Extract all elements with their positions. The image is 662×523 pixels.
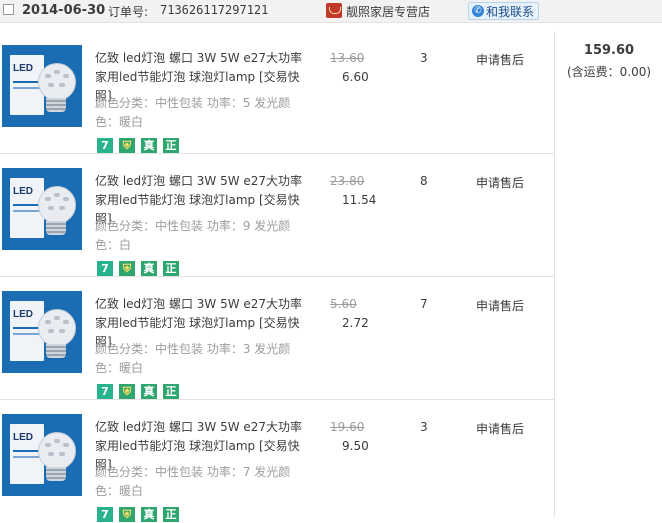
guarantee-shield-icon[interactable]: ⛨ bbox=[119, 261, 135, 276]
original-price: 5.60 bbox=[330, 297, 357, 311]
authentic-icon[interactable]: 真 bbox=[141, 507, 157, 522]
product-thumbnail[interactable]: LED bbox=[2, 291, 82, 373]
order-checkbox[interactable] bbox=[3, 4, 14, 15]
genuine-icon[interactable]: 正 bbox=[163, 384, 179, 399]
product-thumbnail[interactable]: LED bbox=[2, 168, 82, 250]
quantity: 3 bbox=[420, 420, 428, 434]
product-thumbnail[interactable]: LED bbox=[2, 414, 82, 496]
genuine-icon[interactable]: 正 bbox=[163, 507, 179, 522]
seven-day-return-icon[interactable]: 7 bbox=[97, 261, 113, 276]
guarantee-shield-icon[interactable]: ⛨ bbox=[119, 138, 135, 153]
product-box-brand: LED bbox=[13, 432, 33, 443]
unit-price: 9.50 bbox=[342, 439, 369, 453]
unit-price: 6.60 bbox=[342, 70, 369, 84]
bulb-base-image bbox=[46, 467, 66, 481]
order-total-amount: 159.60 bbox=[583, 43, 635, 58]
unit-price: 2.72 bbox=[342, 316, 369, 330]
after-sale-link[interactable]: 申请售后 bbox=[476, 51, 524, 68]
order-date: 2014-06-30 bbox=[22, 3, 106, 18]
after-sale-link[interactable]: 申请售后 bbox=[476, 297, 524, 314]
genuine-icon[interactable]: 正 bbox=[163, 261, 179, 276]
authentic-icon[interactable]: 真 bbox=[141, 138, 157, 153]
order-header: 2014-06-30 订单号: 713626117297121 靓照家居专营店 … bbox=[0, 0, 662, 23]
contact-seller-button[interactable]: ✆ 和我联系 bbox=[468, 2, 540, 20]
seven-day-return-icon[interactable]: 7 bbox=[97, 507, 113, 522]
bulb-base-image bbox=[46, 344, 66, 358]
original-price: 13.60 bbox=[330, 51, 365, 65]
bulb-image bbox=[38, 309, 76, 347]
order-item-row: LED 亿致 led灯泡 螺口 3W 5W e27大功率家用led节能灯泡 球泡… bbox=[0, 31, 554, 154]
after-sale-link[interactable]: 申请售后 bbox=[476, 420, 524, 437]
product-thumbnail[interactable]: LED bbox=[2, 45, 82, 127]
order-item-row: LED 亿致 led灯泡 螺口 3W 5W e27大功率家用led节能灯泡 球泡… bbox=[0, 154, 554, 277]
guarantee-shield-icon[interactable]: ⛨ bbox=[119, 507, 135, 522]
order-total-column: 159.60 (含运费：0.00) bbox=[554, 31, 662, 517]
seven-day-return-icon[interactable]: 7 bbox=[97, 138, 113, 153]
original-price: 23.80 bbox=[330, 174, 365, 188]
guarantee-shield-icon[interactable]: ⛨ bbox=[119, 384, 135, 399]
quantity: 7 bbox=[420, 297, 428, 311]
authentic-icon[interactable]: 真 bbox=[141, 261, 157, 276]
order-item-row: LED 亿致 led灯泡 螺口 3W 5W e27大功率家用led节能灯泡 球泡… bbox=[0, 400, 554, 523]
quantity: 3 bbox=[420, 51, 428, 65]
product-properties: 颜色分类：中性包装 功率：3 发光颜色：暖白 bbox=[95, 342, 291, 375]
service-badges: 7 ⛨ 真 正 bbox=[97, 138, 179, 153]
product-properties: 颜色分类：中性包装 功率：9 发光颜色：白 bbox=[95, 219, 291, 252]
product-box-brand: LED bbox=[13, 63, 33, 74]
tmall-shop-icon bbox=[326, 3, 342, 18]
genuine-icon[interactable]: 正 bbox=[163, 138, 179, 153]
bulb-image bbox=[38, 186, 76, 224]
service-badges: 7 ⛨ 真 正 bbox=[97, 507, 179, 522]
shop-name-link[interactable]: 靓照家居专营店 bbox=[346, 3, 430, 20]
quantity: 8 bbox=[420, 174, 428, 188]
service-badges: 7 ⛨ 真 正 bbox=[97, 384, 179, 399]
product-properties: 颜色分类：中性包装 功率：5 发光颜色：暖白 bbox=[95, 96, 291, 129]
contact-seller-label: 和我联系 bbox=[486, 4, 535, 19]
chat-icon: ✆ bbox=[472, 5, 484, 17]
unit-price: 11.54 bbox=[342, 193, 377, 207]
product-properties: 颜色分类：中性包装 功率：7 发光颜色：暖白 bbox=[95, 465, 291, 498]
bulb-image bbox=[38, 63, 76, 101]
bulb-base-image bbox=[46, 98, 66, 112]
product-box-brand: LED bbox=[13, 186, 33, 197]
authentic-icon[interactable]: 真 bbox=[141, 384, 157, 399]
bulb-image bbox=[38, 432, 76, 470]
order-item-row: LED 亿致 led灯泡 螺口 3W 5W e27大功率家用led节能灯泡 球泡… bbox=[0, 277, 554, 400]
after-sale-link[interactable]: 申请售后 bbox=[476, 174, 524, 191]
order-number-label: 订单号: bbox=[108, 5, 149, 19]
original-price: 19.60 bbox=[330, 420, 365, 434]
service-badges: 7 ⛨ 真 正 bbox=[97, 261, 179, 276]
bulb-base-image bbox=[46, 221, 66, 235]
product-box-brand: LED bbox=[13, 309, 33, 320]
seven-day-return-icon[interactable]: 7 bbox=[97, 384, 113, 399]
order-number: 713626117297121 bbox=[160, 3, 269, 17]
shipping-fee-note: (含运费：0.00) bbox=[566, 65, 652, 79]
